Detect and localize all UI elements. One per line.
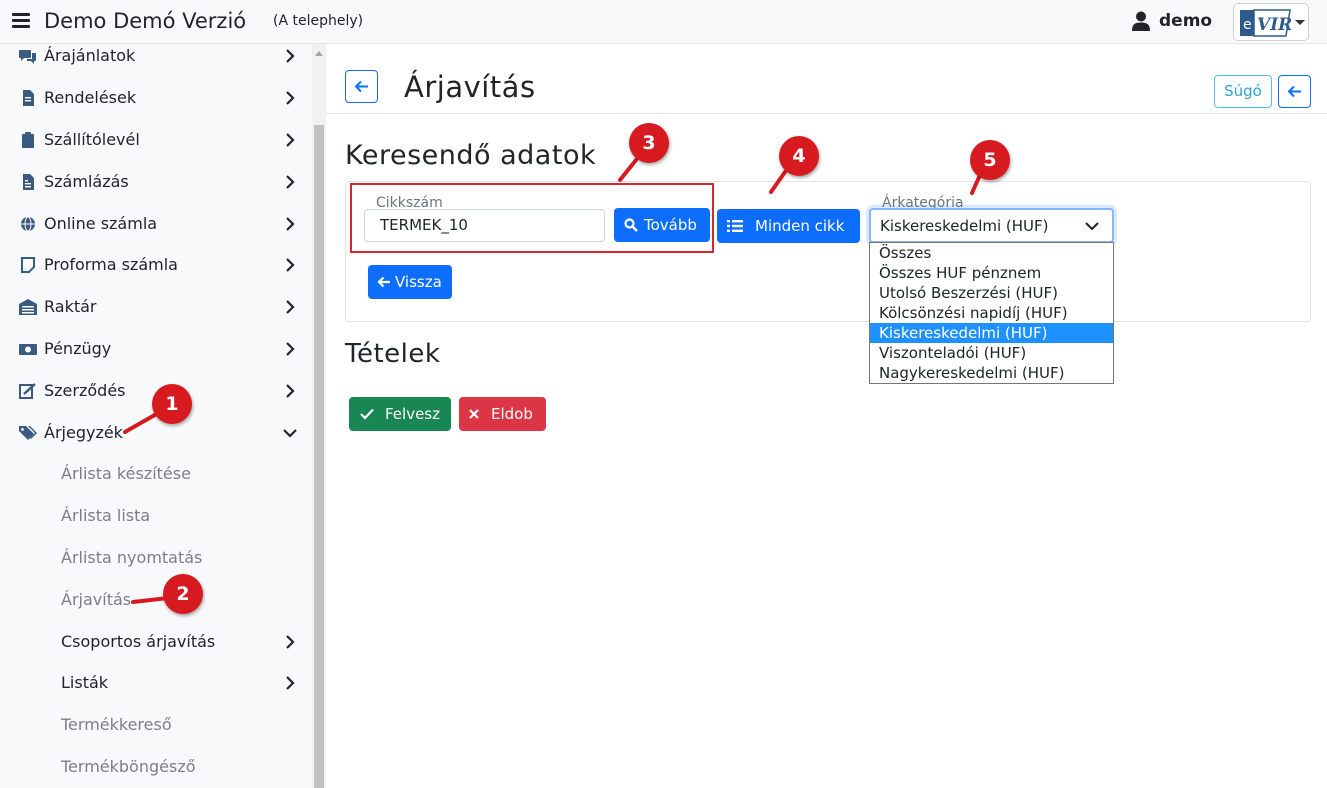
chevron-right-icon (286, 175, 295, 189)
sidebar-item-delivery-note[interactable]: Szállítólevél (0, 120, 312, 160)
brand-menu-button[interactable]: e VIR (1233, 3, 1309, 41)
globe-icon (21, 216, 35, 232)
evir-logo-icon: e VIR (1240, 9, 1292, 37)
close-icon (469, 409, 479, 419)
help-button[interactable]: Súgó (1214, 75, 1272, 108)
chevron-right-icon (286, 384, 295, 398)
sidebar-item-warehouse[interactable]: Raktár (0, 287, 312, 327)
sidebar-subitem-price-list-list[interactable]: Árlista lista (61, 506, 150, 525)
discard-button[interactable]: Eldob (459, 397, 546, 431)
category-select[interactable]: Kiskereskedelmi (HUF) (869, 208, 1114, 243)
arrow-left-icon (377, 276, 390, 288)
app-title: Demo Demó Verzió (44, 9, 247, 33)
page-header: Árjavítás Súgó (326, 50, 1327, 114)
svg-text:VIR: VIR (1257, 15, 1292, 35)
sidebar-subitem-lists[interactable]: Listák (61, 673, 108, 692)
category-option[interactable]: Összes HUF pénznem (870, 263, 1113, 283)
sidebar-item-proforma[interactable]: Proforma számla (0, 245, 312, 285)
chevron-down-icon (283, 429, 297, 438)
chevron-right-icon (286, 676, 295, 690)
annotation-marker-3: 3 (629, 123, 669, 163)
back-search-button-label: Vissza (395, 273, 442, 291)
scroll-up-icon[interactable] (315, 51, 323, 56)
category-option-selected[interactable]: Kiskereskedelmi (HUF) (870, 323, 1113, 343)
chevron-right-icon (286, 258, 295, 272)
category-dropdown: Összes Összes HUF pénznem Utolsó Beszerz… (869, 242, 1114, 384)
page-title: Árjavítás (404, 70, 536, 104)
chevron-right-icon (286, 91, 295, 105)
user-icon[interactable] (1132, 11, 1150, 31)
category-option[interactable]: Viszonteladói (HUF) (870, 343, 1113, 363)
category-option[interactable]: Utolsó Beszerzési (HUF) (870, 283, 1113, 303)
chevron-down-icon (1295, 20, 1305, 25)
add-button[interactable]: Felvesz (349, 397, 451, 431)
user-name[interactable]: demo (1159, 11, 1212, 31)
category-option[interactable]: Nagykereskedelmi (HUF) (870, 363, 1113, 383)
back-button[interactable] (345, 70, 378, 103)
chevron-right-icon (286, 342, 295, 356)
sidebar-subitem-price-list-create[interactable]: Árlista készítése (61, 464, 191, 483)
all-items-button[interactable]: Minden cikk (717, 209, 860, 243)
category-option[interactable]: Összes (870, 243, 1113, 263)
site-name: (A telephely) (273, 13, 364, 29)
category-option[interactable]: Kölcsönzési napidíj (HUF) (870, 303, 1113, 323)
svg-text:e: e (1243, 17, 1252, 33)
sidebar-item-invoicing[interactable]: Számlázás (0, 162, 312, 202)
file-icon (23, 90, 34, 106)
chevron-right-icon (286, 49, 295, 63)
back-search-button[interactable]: Vissza (368, 265, 452, 299)
annotation-marker-1: 1 (152, 384, 192, 424)
sidebar-subitem-price-correction[interactable]: Árjavítás (61, 590, 131, 609)
all-items-button-label: Minden cikk (755, 217, 845, 235)
category-select-value: Kiskereskedelmi (HUF) (880, 217, 1049, 235)
annotation-marker-5: 5 (970, 140, 1010, 180)
sidebar-subitem-product-search[interactable]: Termékkereső (61, 715, 172, 734)
check-icon (360, 408, 374, 420)
money-icon (19, 344, 37, 355)
list-icon (727, 220, 743, 232)
annotation-highlight-box (350, 183, 714, 253)
chevron-right-icon (286, 300, 295, 314)
sidebar-item-quotes[interactable]: Árajánlatok (0, 44, 312, 76)
back-button-right[interactable] (1278, 75, 1311, 108)
annotation-marker-4: 4 (779, 136, 819, 176)
note-icon (21, 257, 35, 273)
chevron-down-icon (1085, 222, 1099, 231)
sidebar-subitem-group-price-correction[interactable]: Csoportos árjavítás (61, 632, 215, 651)
chevron-right-icon (286, 635, 295, 649)
sidebar-subitem-price-list-print[interactable]: Árlista nyomtatás (61, 548, 202, 567)
add-button-label: Felvesz (385, 405, 440, 423)
sidebar-item-price-list[interactable]: Árjegyzék (0, 413, 312, 453)
comments-icon (19, 50, 36, 64)
sidebar-item-online-invoice[interactable]: Online számla (0, 204, 312, 244)
invoice-icon (23, 174, 34, 190)
arrow-left-icon (1287, 85, 1301, 98)
sidebar-scroll-thumb[interactable] (314, 125, 324, 788)
clipboard-icon (22, 132, 34, 148)
arrow-left-icon (354, 80, 368, 93)
discard-button-label: Eldob (491, 405, 533, 423)
contract-icon (19, 383, 36, 399)
chevron-right-icon (286, 133, 295, 147)
items-section-title: Tételek (345, 339, 441, 369)
sidebar-subitem-product-browser[interactable]: Termékböngésző (61, 757, 196, 776)
annotation-marker-2: 2 (163, 574, 203, 614)
tags-icon (19, 426, 37, 440)
sidebar-item-orders[interactable]: Rendelések (0, 78, 312, 118)
warehouse-icon (19, 299, 37, 315)
search-section-title: Keresendő adatok (345, 140, 597, 171)
chevron-right-icon (286, 217, 295, 231)
sidebar-item-finance[interactable]: Pénzügy (0, 329, 312, 369)
menu-toggle-icon[interactable] (12, 13, 30, 29)
top-navbar: Demo Demó Verzió (A telephely) demo e VI… (0, 0, 1327, 44)
